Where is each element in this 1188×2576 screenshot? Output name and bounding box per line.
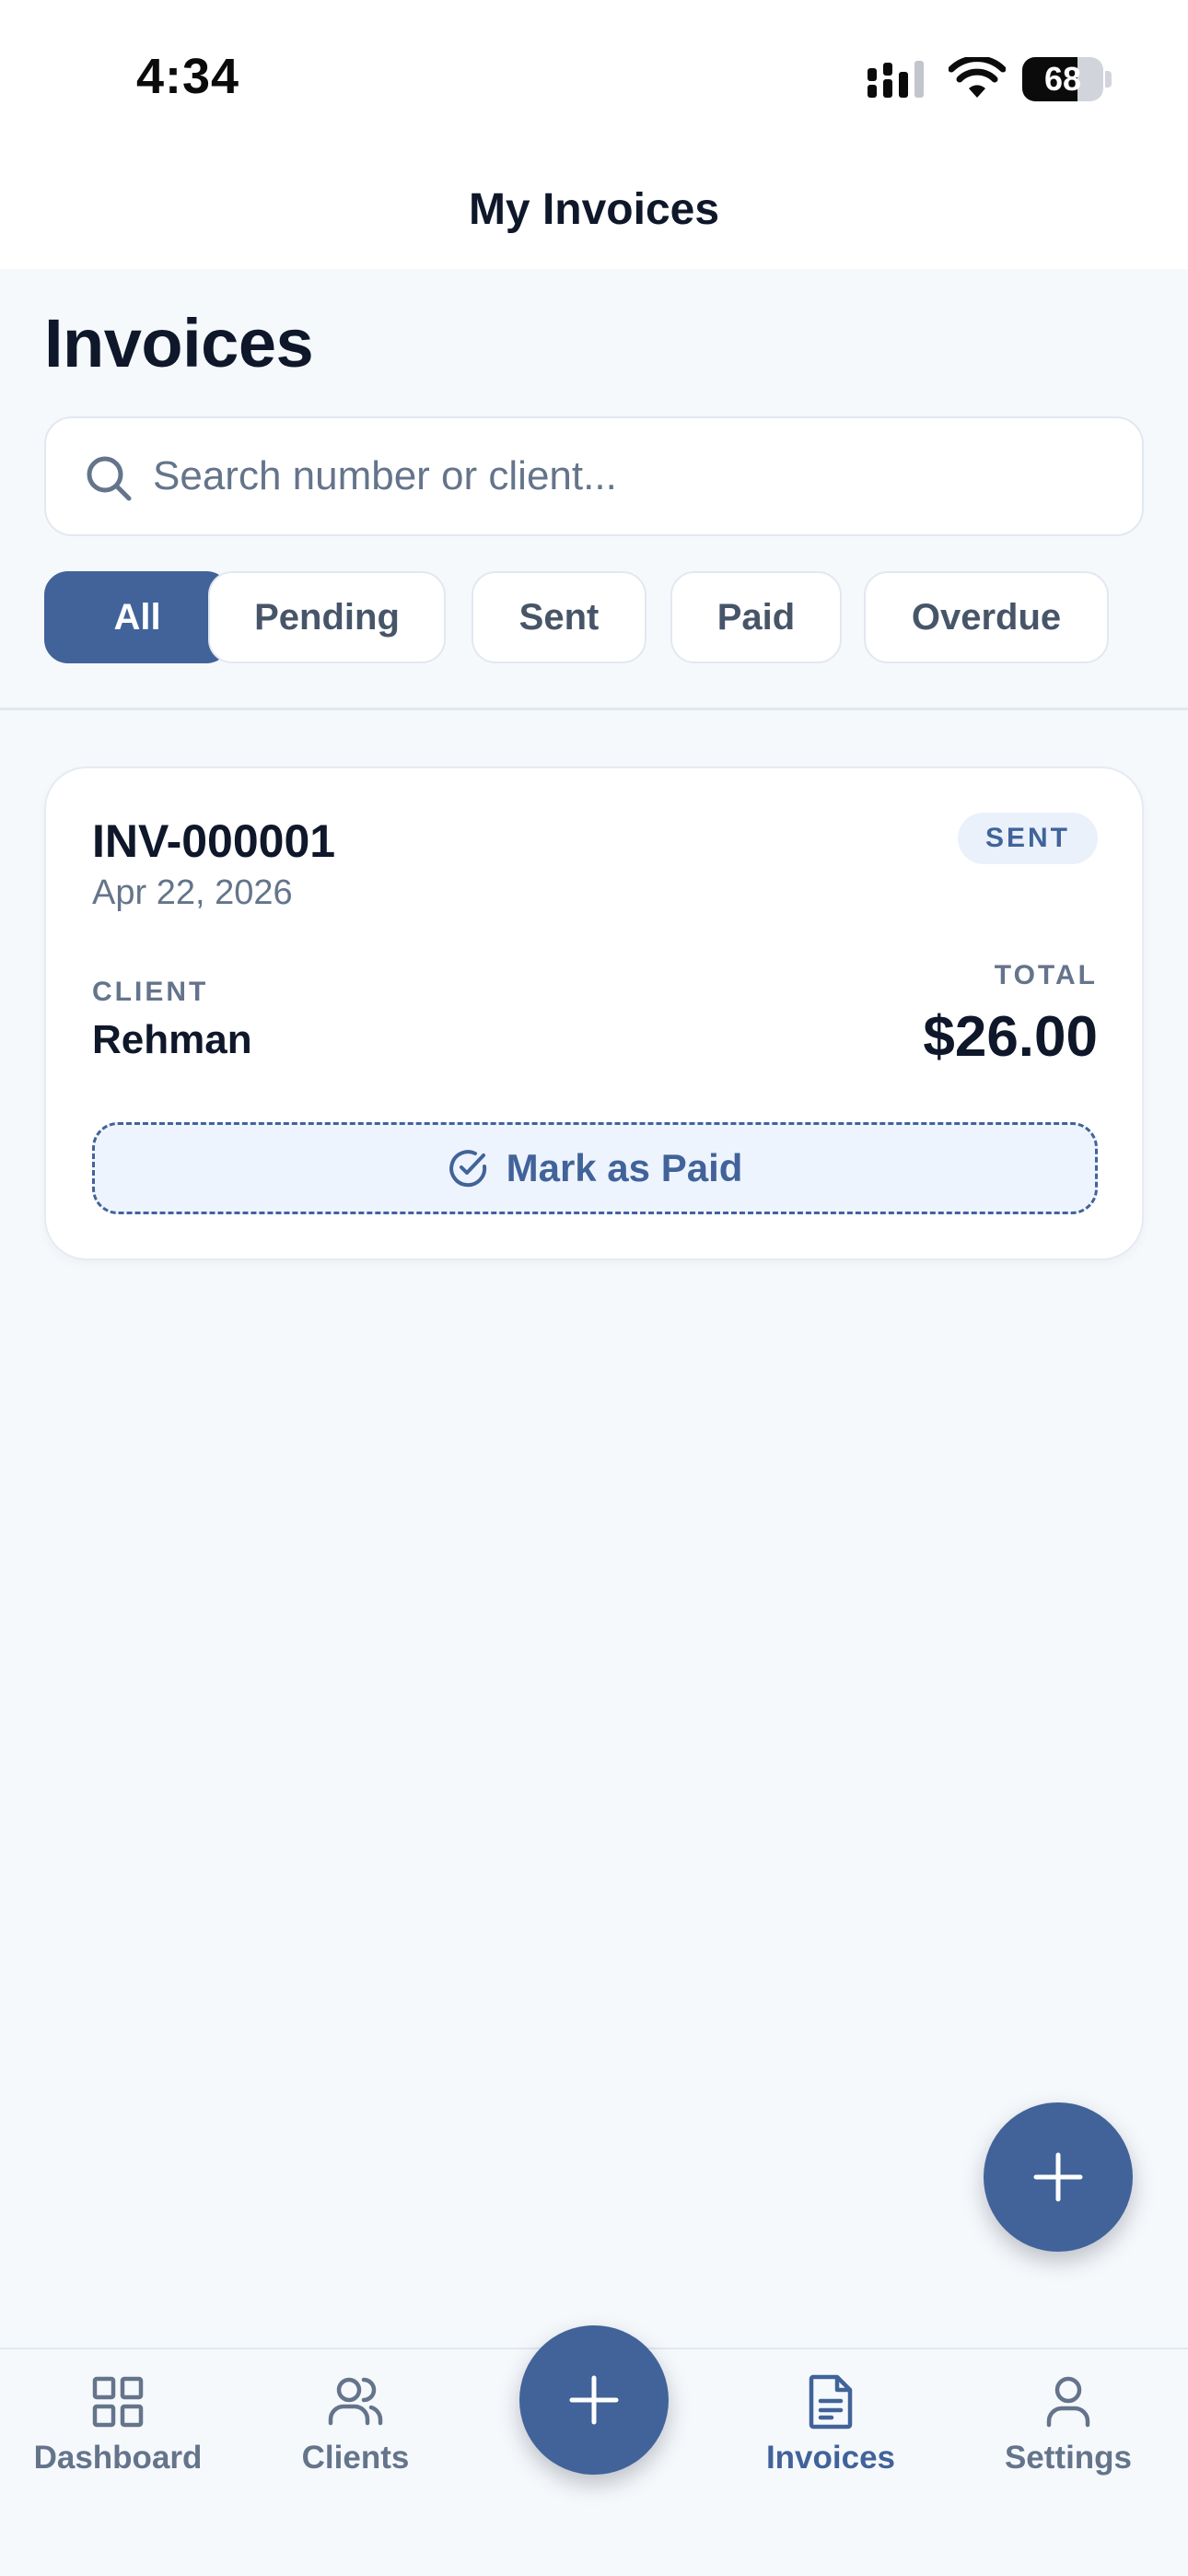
tab-settings[interactable]: Settings: [958, 2371, 1179, 2491]
status-badge: SENT: [957, 813, 1098, 864]
total-amount: $26.00: [923, 1005, 1098, 1069]
search-bar[interactable]: [44, 416, 1144, 536]
filter-chip-all[interactable]: All: [44, 571, 230, 663]
page-title: Invoices: [44, 305, 314, 381]
document-icon: [809, 2374, 853, 2430]
grid-icon: [92, 2376, 144, 2428]
nav-title: My Invoices: [468, 185, 720, 234]
client-name: Rehman: [92, 1017, 252, 1062]
user-icon: [1046, 2376, 1090, 2428]
divider: [0, 708, 1188, 710]
add-invoice-fab[interactable]: [984, 2102, 1133, 2252]
tab-label: Clients: [301, 2440, 410, 2476]
invoice-card[interactable]: INV-000001 Apr 22, 2026 SENT CLIENT Rehm…: [44, 767, 1144, 1260]
status-bar: 4:34 68: [0, 0, 1188, 157]
client-label: CLIENT: [92, 977, 209, 1007]
invoice-number: INV-000001: [92, 815, 336, 867]
search-input[interactable]: [153, 418, 1111, 534]
wifi-icon: [949, 57, 1006, 98]
tab-clients[interactable]: Clients: [245, 2371, 466, 2491]
search-icon: [87, 456, 132, 501]
tab-dashboard[interactable]: Dashboard: [7, 2371, 228, 2491]
screen: 4:34 68 My Invoices Invoices Search numb…: [0, 0, 1188, 2576]
cellular-signal-icon: [868, 61, 924, 98]
filter-chip-paid[interactable]: Paid: [670, 571, 842, 663]
plus-icon: [569, 2375, 619, 2425]
filter-chip-overdue[interactable]: Overdue: [864, 571, 1109, 663]
total-label: TOTAL: [994, 960, 1098, 990]
plus-icon: [1033, 2152, 1083, 2202]
filter-chip-pending[interactable]: Pending: [208, 571, 446, 663]
tab-invoices[interactable]: Invoices: [720, 2371, 941, 2491]
invoice-date: Apr 22, 2026: [92, 873, 293, 912]
mark-as-paid-button[interactable]: Mark as Paid: [92, 1122, 1098, 1214]
tab-label: Invoices: [765, 2440, 896, 2476]
tab-label: Dashboard: [33, 2440, 203, 2476]
battery-level: 68: [1043, 60, 1082, 98]
check-circle-icon: [448, 1150, 486, 1188]
filter-chip-sent[interactable]: Sent: [472, 571, 646, 663]
create-invoice-button[interactable]: [519, 2325, 669, 2475]
battery-indicator: 68: [1022, 57, 1112, 101]
users-icon: [328, 2377, 383, 2426]
tab-label: Settings: [1004, 2440, 1133, 2476]
mark-as-paid-label: Mark as Paid: [506, 1146, 743, 1189]
status-time: 4:34: [136, 49, 240, 104]
